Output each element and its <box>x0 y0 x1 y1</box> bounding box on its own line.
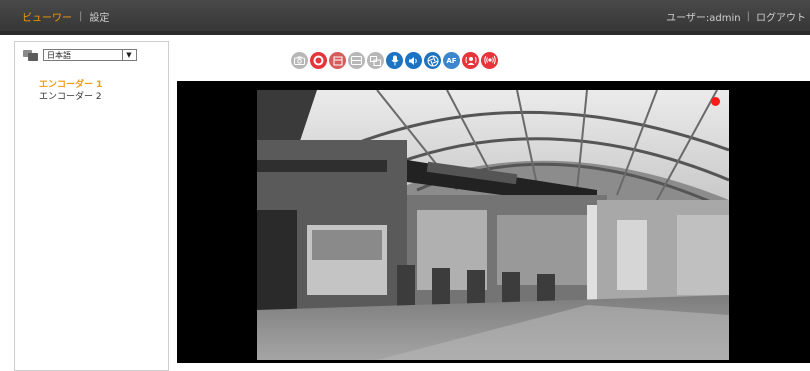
video-viewer <box>177 81 810 363</box>
microphone-button[interactable] <box>386 52 403 69</box>
chevron-down-icon[interactable]: ▼ <box>122 50 135 60</box>
encoder-sidebar: 日本語 ▼ エンコーダー 1 エンコーダー 2 <box>14 41 169 371</box>
microphone-icon <box>391 55 398 66</box>
multi-view-button[interactable] <box>367 52 384 69</box>
aperture-icon <box>427 55 438 66</box>
logout-link[interactable]: ログアウト <box>756 9 806 24</box>
playback-button[interactable] <box>329 52 346 69</box>
autofocus-icon: AF <box>446 56 457 65</box>
record-icon <box>313 55 324 66</box>
encoder-list: エンコーダー 1 エンコーダー 2 <box>39 79 102 103</box>
nav-viewer-tab[interactable]: ビューワー <box>22 9 72 24</box>
top-navigation-bar: ビューワー | 設定 ユーザー:admin | ログアウト <box>0 0 810 35</box>
encoder-item-2[interactable]: エンコーダー 2 <box>39 91 102 103</box>
language-select[interactable]: 日本語 ▼ <box>43 49 137 61</box>
video-frame <box>257 90 729 360</box>
user-area: ユーザー:admin | ログアウト <box>666 9 806 24</box>
multiscreen-icon <box>370 55 381 66</box>
alarm-signal-button[interactable] <box>481 52 498 69</box>
language-icon <box>23 49 38 61</box>
alarm-person-button[interactable] <box>462 52 479 69</box>
camera-icon <box>294 56 305 65</box>
film-icon <box>333 56 342 65</box>
viewer-toolbar: AF <box>291 52 498 69</box>
monitor-icon <box>351 56 362 65</box>
alarm-person-icon <box>465 56 476 65</box>
main-nav: ビューワー | 設定 <box>22 9 109 24</box>
user-separator: | <box>746 11 750 22</box>
recording-indicator <box>711 97 720 106</box>
autofocus-button[interactable]: AF <box>443 52 460 69</box>
user-label: ユーザー:admin <box>666 13 741 24</box>
language-selected-value: 日本語 <box>47 50 71 60</box>
nav-separator: | <box>79 11 83 22</box>
language-row: 日本語 ▼ <box>23 49 137 61</box>
nav-settings-tab[interactable]: 設定 <box>89 9 109 24</box>
alarm-signal-icon <box>483 55 496 65</box>
live-video-feed[interactable] <box>257 90 729 360</box>
speaker-icon <box>409 56 417 65</box>
speaker-button[interactable] <box>405 52 422 69</box>
snapshot-button[interactable] <box>291 52 308 69</box>
iris-button[interactable] <box>424 52 441 69</box>
record-button[interactable] <box>310 52 327 69</box>
single-view-button[interactable] <box>348 52 365 69</box>
encoder-item-1[interactable]: エンコーダー 1 <box>39 79 102 91</box>
